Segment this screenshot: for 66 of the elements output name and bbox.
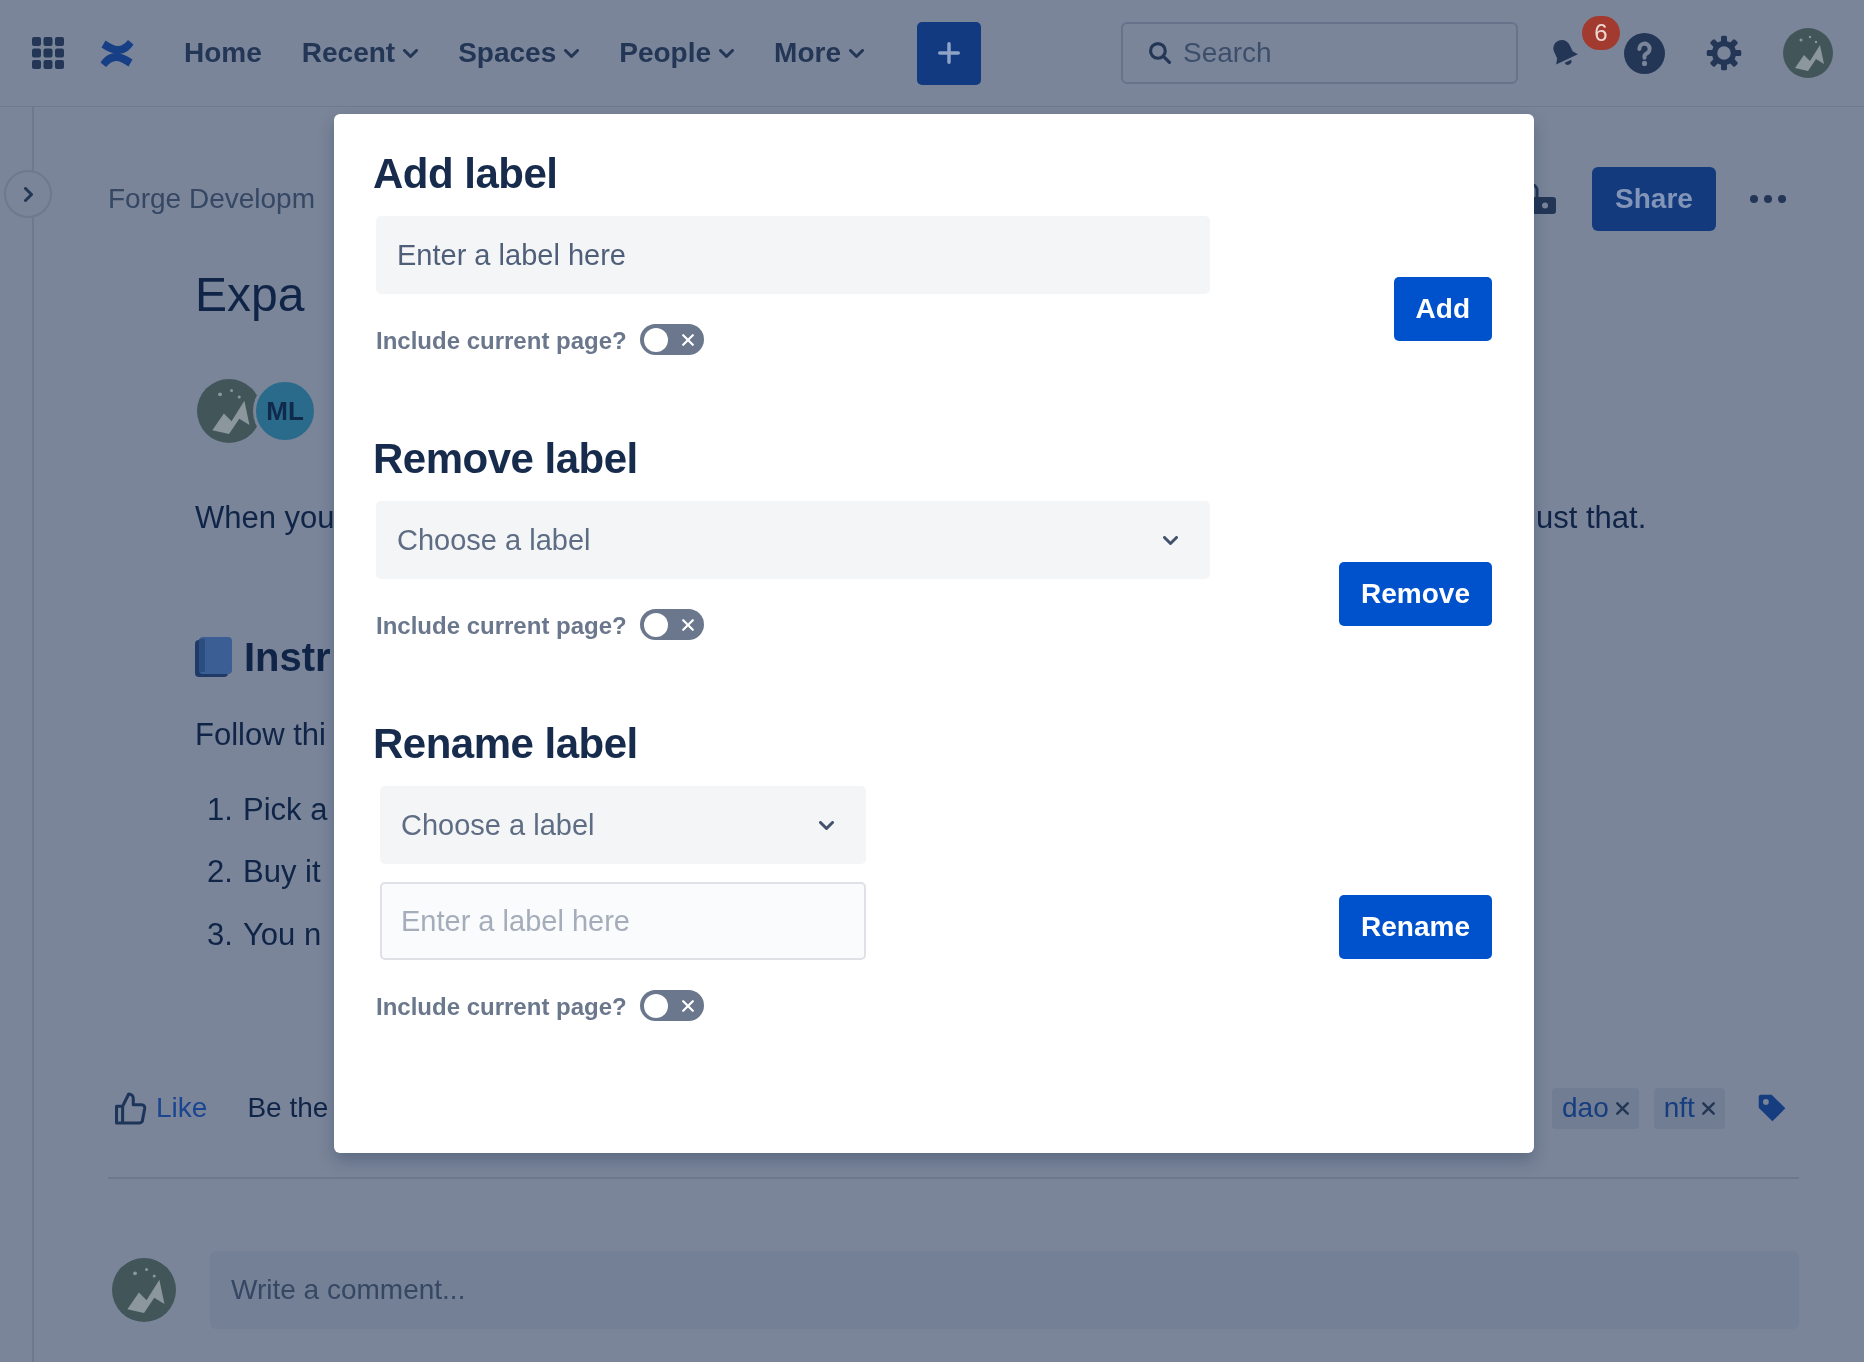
avatar-icon [112,1258,176,1322]
settings-icon[interactable] [1705,35,1742,71]
primary-button[interactable]: Add [1393,276,1492,341]
expand-sidebar-button[interactable] [4,170,52,218]
paragraph-text: ust that. [1536,499,1647,537]
nav-dropdown[interactable]: Recent [301,37,419,69]
section-heading: Remove label [373,434,638,484]
more-icon[interactable] [1750,195,1786,203]
lock-icon[interactable] [1534,184,1557,214]
list-item: 2. Buy it [207,853,321,891]
primary-button[interactable]: Remove [1339,561,1492,626]
toggle-label: Include current page? [376,612,627,640]
grid-icon[interactable] [32,37,64,69]
cross-icon [681,618,694,631]
cross-icon[interactable] [1701,1101,1715,1115]
nav-dropdown[interactable]: People [619,37,735,69]
chevron-down-icon [1163,535,1178,545]
paragraph-text: Follow thi [195,716,326,754]
plus-icon [937,42,960,64]
initials-avatar: ML [253,379,317,443]
chevron-down-icon [819,820,834,830]
list-item: 1. Pick a [207,791,328,829]
help-icon[interactable] [1623,32,1665,74]
list-item: 3. You n [207,916,322,954]
chevron-down-icon [564,48,580,58]
label-select[interactable]: Choose a label [380,786,866,864]
primary-button[interactable]: Rename [1339,894,1492,959]
label-tag[interactable]: dao [1552,1087,1639,1129]
comment-field[interactable]: Write a comment... [210,1251,1799,1329]
chevron-right-icon [23,186,33,202]
like-prompt-text: Be the [247,1092,329,1124]
nav-dropdown[interactable]: More [774,37,864,69]
label-input[interactable]: Enter a label here [376,216,1210,294]
label-select[interactable]: Choose a label [376,501,1210,579]
toggle-switch[interactable] [639,990,704,1021]
search-field[interactable]: Search [1120,22,1518,84]
like-link[interactable]: Like [115,1091,208,1125]
breadcrumb-link[interactable]: Forge Developm [108,183,315,215]
share-button[interactable]: Share [1592,167,1716,231]
cross-icon[interactable] [1615,1101,1629,1115]
nav-dropdown[interactable]: Spaces [458,37,580,69]
section-heading: Rename label [373,719,638,769]
notification-badge: 6 [1581,16,1620,50]
toggle-label: Include current page? [376,327,627,355]
tag-icon[interactable] [1757,1094,1786,1122]
book-icon [195,637,232,677]
nav-link[interactable]: Home [184,37,262,69]
page-title: Expa [195,267,305,323]
cross-icon [681,333,694,346]
label-input[interactable]: Enter a label here [380,882,866,960]
paragraph-text: When you [195,499,335,537]
avatar-icon[interactable] [1782,28,1833,78]
toggle-switch[interactable] [639,324,704,355]
create-button[interactable] [916,21,981,85]
chevron-down-icon [848,48,864,58]
label-tag[interactable]: nft [1653,1087,1725,1129]
chevron-down-icon [403,48,419,58]
search-icon [1148,42,1171,64]
chevron-down-icon [719,48,735,58]
toggle-label: Include current page? [376,993,627,1021]
thumbs-up-icon [115,1091,147,1125]
section-heading: Add label [373,149,558,199]
section-heading: Instr [244,634,331,681]
cross-icon [681,999,694,1012]
toggle-switch[interactable] [639,609,704,640]
search-input[interactable]: Search [1182,37,1483,69]
